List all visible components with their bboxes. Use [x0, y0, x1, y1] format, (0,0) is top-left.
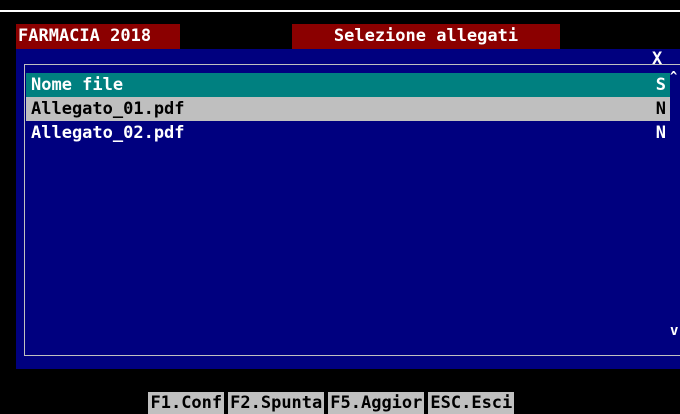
file-name: Allegato_01.pdf — [31, 99, 185, 119]
scroll-down-icon[interactable]: v — [670, 324, 678, 338]
file-flag[interactable]: N — [656, 97, 666, 121]
esc-exit-button[interactable]: ESC.Esci — [428, 392, 515, 414]
file-row-2[interactable]: Allegato_02.pdf N — [26, 121, 670, 145]
dialog-title: Selezione allegati — [292, 24, 560, 49]
column-header-flag: S — [655, 75, 666, 95]
list-header-row[interactable]: Nome file S — [26, 73, 670, 97]
close-icon[interactable]: X — [652, 50, 666, 68]
column-header-filename: Nome file — [31, 75, 124, 95]
file-flag[interactable]: N — [656, 121, 666, 145]
f1-confirm-button[interactable]: F1.Conf — [148, 392, 225, 414]
scroll-up-icon[interactable]: ^ — [670, 70, 677, 82]
top-divider — [0, 10, 680, 12]
f2-check-button[interactable]: F2.Spunta — [228, 392, 325, 414]
file-name: Allegato_02.pdf — [31, 123, 185, 143]
function-key-bar: F1.Conf F2.Spunta F5.Aggior ESC.Esci — [128, 370, 518, 414]
app-title: FARMACIA 2018 — [16, 24, 180, 49]
f5-refresh-button[interactable]: F5.Aggior — [328, 392, 425, 414]
file-row-1[interactable]: Allegato_01.pdf N — [26, 97, 670, 121]
